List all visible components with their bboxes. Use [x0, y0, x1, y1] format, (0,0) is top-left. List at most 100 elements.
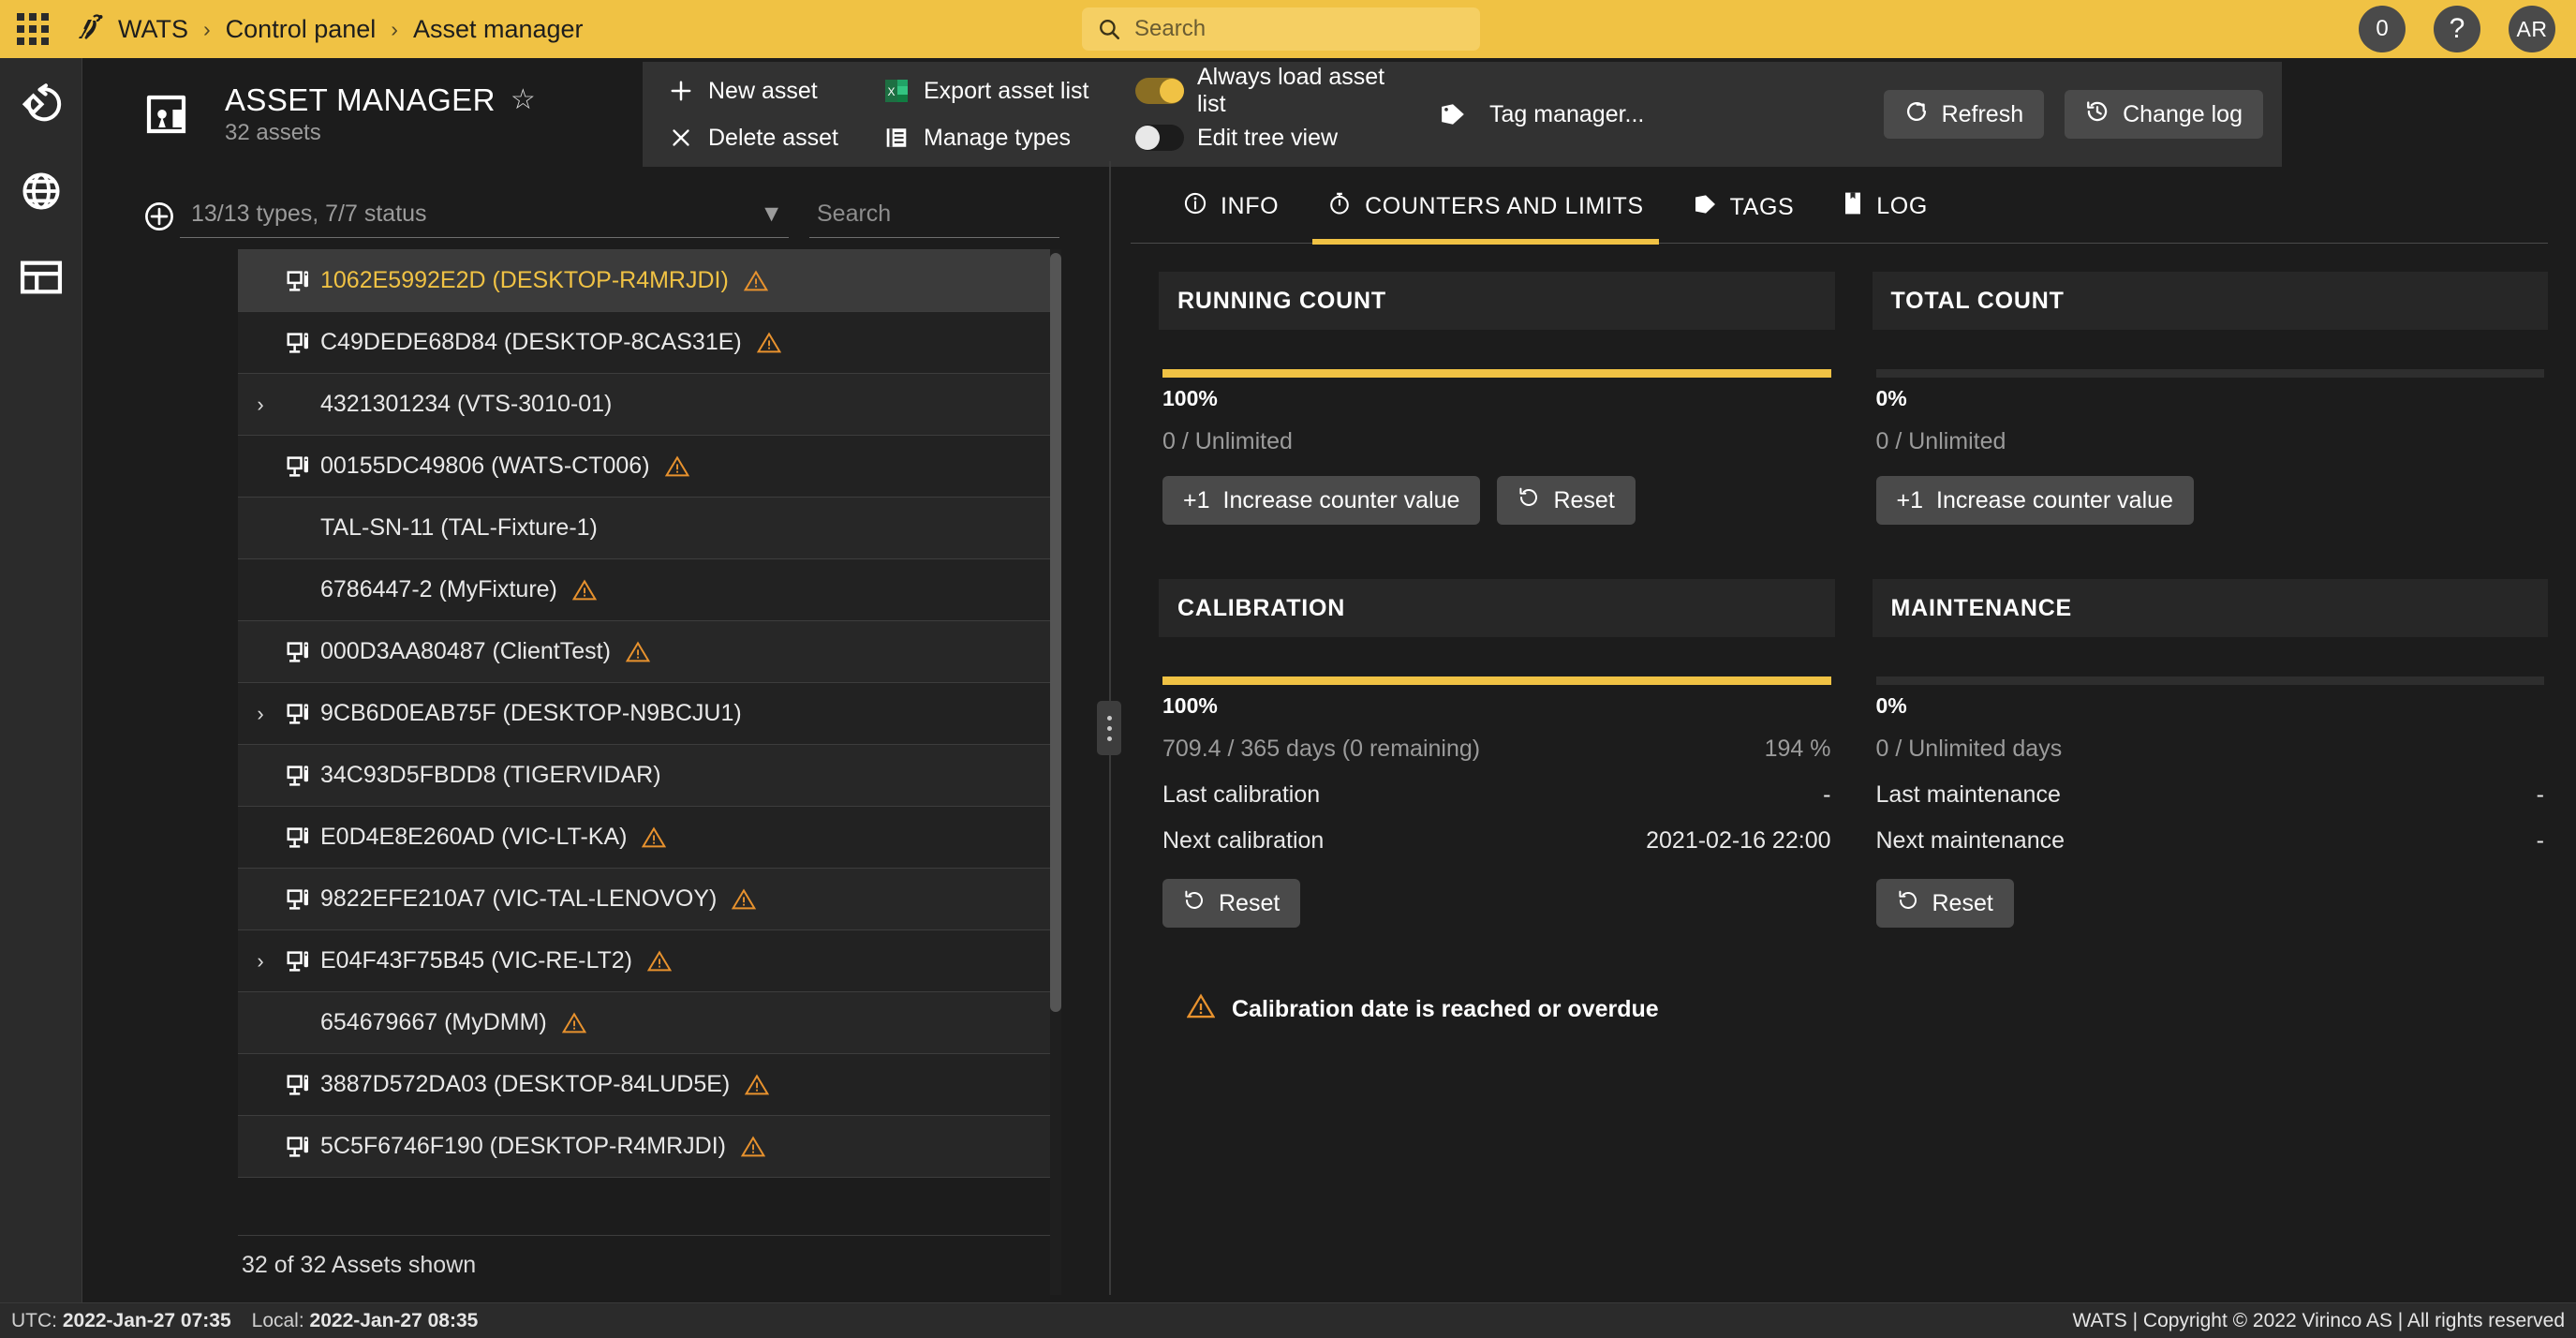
calibration-progress-fill — [1162, 676, 1831, 685]
always-load-asset-list-label: Always load asset list — [1197, 64, 1385, 117]
main-split: 13/13 types, 7/7 status ▼ 1062E5992E2D (… — [118, 161, 2576, 1302]
tab-counters-and-limits[interactable]: COUNTERS AND LIMITS — [1303, 191, 1668, 245]
running-count-increase-button[interactable]: +1 Increase counter value — [1162, 476, 1481, 525]
maintenance-title: MAINTENANCE — [1890, 594, 2073, 621]
total-count-card: TOTAL COUNT 0% 0 / Unlimited +1 Increase… — [1872, 272, 2548, 525]
toggle-switch-off[interactable] — [1135, 125, 1184, 151]
list-item[interactable]: E0D4E8E260AD (VIC-LT-KA) — [238, 807, 1059, 869]
detail-tabs: INFO COUNTERS AND LIMITS TAGS LOG — [1131, 161, 2548, 245]
change-log-button[interactable]: Change log — [2065, 90, 2263, 139]
list-item[interactable]: 5C5F6746F190 (DESKTOP-R4MRJDI) — [238, 1116, 1059, 1178]
close-icon — [667, 126, 695, 149]
export-asset-list-button[interactable]: X Export asset list — [882, 72, 1135, 110]
warning-triangle-icon — [664, 454, 689, 478]
refresh-icon — [1904, 99, 1929, 130]
avatar[interactable]: AR — [2509, 6, 2555, 52]
plus-one-label: +1 — [1896, 486, 1924, 513]
list-item[interactable]: C49DEDE68D84 (DESKTOP-8CAS31E) — [238, 312, 1059, 374]
list-item[interactable]: 6786447-2 (MyFixture) — [238, 559, 1059, 621]
calibration-reset-button[interactable]: Reset — [1162, 879, 1301, 928]
tab-log[interactable]: LOG — [1818, 191, 1952, 243]
always-load-asset-list-toggle[interactable]: Always load asset list — [1135, 64, 1407, 117]
favorite-star-icon[interactable]: ☆ — [511, 86, 536, 114]
maintenance-progress-bar — [1875, 676, 2544, 685]
notifications-badge[interactable]: 0 — [2359, 6, 2406, 52]
action-column-toggles: Always load asset list Edit tree view — [1135, 64, 1407, 156]
splitter-handle[interactable] — [1097, 701, 1121, 755]
new-asset-button[interactable]: New asset — [667, 72, 882, 110]
add-filter-icon[interactable] — [139, 201, 180, 238]
tab-counters-and-limits-label: COUNTERS AND LIMITS — [1365, 193, 1644, 219]
last-maintenance-value: - — [2536, 781, 2544, 808]
top-navigation-bar: WATS › Control panel › Asset manager 0 ?… — [0, 0, 2576, 58]
list-item[interactable]: › 9CB6D0EAB75F (DESKTOP-N9BCJU1) — [238, 683, 1059, 745]
global-search[interactable] — [1082, 7, 1480, 51]
maintenance-reset-button[interactable]: Reset — [1875, 879, 2014, 928]
tab-tags[interactable]: TAGS — [1668, 193, 1819, 243]
list-item[interactable]: 654679667 (MyDMM) — [238, 992, 1059, 1054]
list-item[interactable]: 3887D572DA03 (DESKTOP-84LUD5E) — [238, 1054, 1059, 1116]
next-calibration-label: Next calibration — [1162, 827, 1325, 854]
computer-icon — [277, 1133, 320, 1161]
total-count-ratio: 0 / Unlimited — [1875, 428, 2006, 454]
running-count-percent: 100% — [1162, 386, 1218, 410]
chevron-right-icon[interactable]: › — [244, 393, 277, 417]
pane-splitter[interactable] — [1088, 161, 1131, 1295]
running-count-reset-button[interactable]: Reset — [1497, 476, 1636, 525]
help-icon[interactable]: ? — [2434, 6, 2480, 52]
asset-list-filters: 13/13 types, 7/7 status ▼ — [118, 161, 1088, 238]
calibration-title: CALIBRATION — [1177, 594, 1346, 621]
computer-icon — [277, 1071, 320, 1099]
total-count-increase-label: Increase counter value — [1936, 486, 2173, 513]
list-item[interactable]: 00155DC49806 (WATS-CT006) — [238, 436, 1059, 498]
sidebar-item-layout[interactable] — [15, 251, 67, 304]
type-status-filter-dropdown[interactable]: 13/13 types, 7/7 status ▼ — [180, 201, 789, 238]
tag-icon — [1439, 102, 1467, 126]
edit-tree-view-toggle[interactable]: Edit tree view — [1135, 119, 1407, 156]
app-launcher-icon[interactable] — [17, 13, 49, 45]
global-search-input[interactable] — [1134, 16, 1465, 42]
maintenance-card: MAINTENANCE 0% 0 / Unlimited days Last m… — [1872, 579, 2548, 928]
breadcrumb: WATS › Control panel › Asset manager — [118, 15, 584, 44]
topbar-actions: 0 ? AR — [2359, 6, 2555, 52]
calibration-reset-label: Reset — [1219, 889, 1281, 916]
history-icon — [2085, 99, 2110, 130]
list-item[interactable]: 1062E5992E2D (DESKTOP-R4MRJDI) — [238, 250, 1059, 312]
chevron-right-icon[interactable]: › — [244, 949, 277, 974]
toggle-switch-on[interactable] — [1135, 78, 1184, 104]
asset-list-search[interactable] — [809, 201, 1059, 238]
next-maintenance-row: Next maintenance - — [1876, 827, 2545, 855]
layout-icon — [20, 260, 62, 294]
list-item[interactable]: › 4321301234 (VTS-3010-01) — [238, 374, 1059, 436]
asset-list-footer: 32 of 32 Assets shown — [238, 1235, 1059, 1295]
chevron-down-icon: ▼ — [760, 201, 783, 227]
last-calibration-label: Last calibration — [1162, 781, 1321, 808]
chevron-right-icon[interactable]: › — [244, 702, 277, 726]
list-item[interactable]: 000D3AA80487 (ClientTest) — [238, 621, 1059, 683]
calibration-progress-bar — [1162, 676, 1831, 685]
refresh-button[interactable]: Refresh — [1883, 90, 2045, 139]
tag-manager-button[interactable]: Tag manager... — [1439, 101, 1644, 128]
list-item[interactable]: 9822EFE210A7 (VIC-TAL-LENOVOY) — [238, 869, 1059, 930]
list-item[interactable]: › E04F43F75B45 (VIC-RE-LT2) — [238, 930, 1059, 992]
list-item-label: 3887D572DA03 (DESKTOP-84LUD5E) — [320, 1071, 731, 1097]
breadcrumb-item-control-panel[interactable]: Control panel — [226, 15, 377, 44]
breadcrumb-item-wats[interactable]: WATS — [118, 15, 188, 44]
asset-list-search-input[interactable] — [817, 201, 1056, 228]
asset-list-scrollbar-thumb[interactable] — [1050, 253, 1061, 1012]
running-count-ratio: 0 / Unlimited — [1162, 428, 1293, 454]
list-item[interactable]: TAL-SN-11 (TAL-Fixture-1) — [238, 498, 1059, 559]
svg-text:X: X — [887, 85, 895, 98]
sidebar-item-globe[interactable] — [15, 165, 67, 217]
running-count-title: RUNNING COUNT — [1177, 287, 1386, 314]
total-count-increase-button[interactable]: +1 Increase counter value — [1875, 476, 2194, 525]
delete-asset-button[interactable]: Delete asset — [667, 119, 882, 156]
list-item-label: 000D3AA80487 (ClientTest) — [320, 638, 611, 664]
list-item[interactable]: 34C93D5FBDD8 (TIGERVIDAR) — [238, 745, 1059, 807]
breadcrumb-item-asset-manager[interactable]: Asset manager — [413, 15, 584, 44]
tab-info[interactable]: INFO — [1159, 191, 1303, 243]
copyright-text: WATS | Copyright © 2022 Virinco AS | All… — [2072, 1309, 2565, 1331]
sidebar-item-rotate[interactable] — [15, 79, 67, 131]
manage-types-button[interactable]: Manage types — [882, 119, 1135, 156]
page-toolbar: ASSET MANAGER ☆ 32 assets New asset Dele… — [118, 62, 2576, 167]
